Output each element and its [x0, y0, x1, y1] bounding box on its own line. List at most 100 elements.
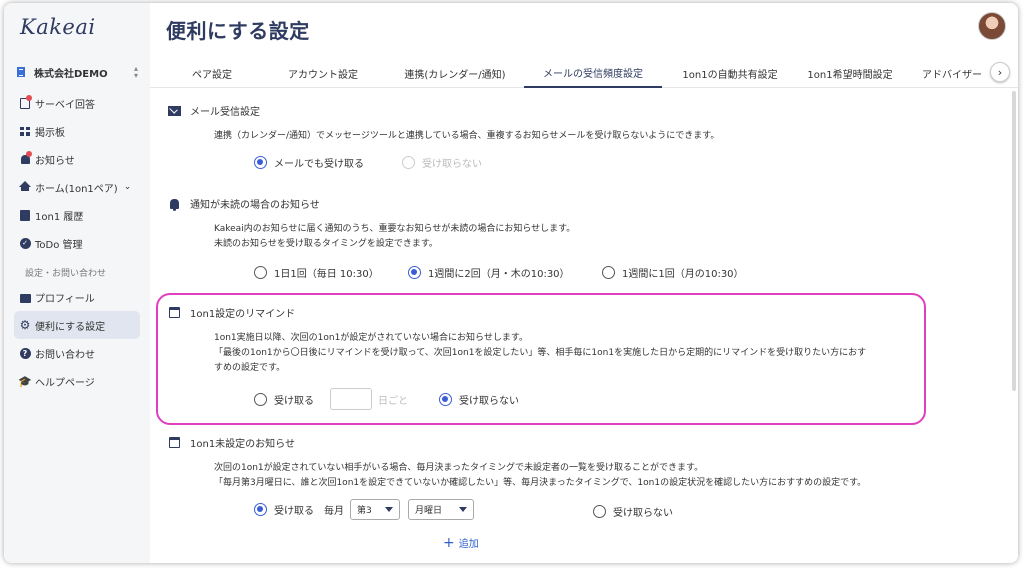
section-title: 1on1未設定のお知らせ [190, 439, 295, 450]
days-unit-label: 日ごと [378, 395, 408, 407]
calendar-icon [168, 437, 181, 448]
sidebar-item-contact[interactable]: ? お問い合わせ [14, 339, 140, 367]
bell-icon [168, 198, 181, 211]
tab-account[interactable]: アカウント設定 [268, 58, 378, 88]
page-title: 便利にする設定 [166, 19, 310, 43]
sidebar-item-todo[interactable]: ✓ ToDo 管理 [14, 229, 140, 257]
sidebar-item-settings[interactable]: ⚙ 便利にする設定 [14, 311, 140, 339]
description-line: 未読のお知らせを受け取るタイミングを設定できます。 [214, 239, 438, 249]
sidebar-item-label: お問い合わせ [35, 349, 95, 361]
section-mail-header: メール受信設定 [168, 103, 260, 118]
radio-unread-twice-weekly[interactable]: 1週間に2回（月・木の10:30） [408, 265, 570, 280]
sidebar-item-help[interactable]: 🎓 ヘルプページ [14, 367, 140, 395]
app-logo: Kakeai [20, 15, 96, 39]
radio-button[interactable] [254, 392, 267, 406]
monthly-label: 毎月 [324, 506, 344, 517]
sidebar-item-label: サーベイ回答 [35, 99, 95, 111]
board-icon [19, 125, 31, 137]
sidebar-item-label: ホーム(1on1ペア) [35, 183, 118, 195]
radio-unset-receive[interactable]: 受け取る 毎月 第3 月曜日 [254, 499, 482, 520]
tab-advisor[interactable]: アドバイザー [922, 58, 988, 88]
radio-button[interactable] [602, 266, 615, 279]
weekday-select-value: 月曜日 [415, 506, 443, 516]
sidebar-item-profile[interactable]: プロフィール [14, 283, 140, 311]
weekday-select[interactable]: 月曜日 [408, 499, 474, 520]
radio-button[interactable] [254, 503, 267, 516]
section-description: 次回の1on1が設定されていない相手がいる場合、毎月決まったタイミングで未設定者… [214, 461, 866, 491]
radio-button[interactable] [593, 505, 606, 518]
check-circle-icon: ✓ [19, 237, 31, 249]
tab-bar: ペア設定 アカウント設定 連携(カレンダー/通知) メールの受信頻度設定 1on… [150, 58, 1018, 88]
week-select-value: 第3 [357, 506, 372, 516]
scrollbar[interactable] [1012, 91, 1016, 391]
plus-icon: + [443, 534, 455, 551]
tab-integration[interactable]: 連携(カレンダー/通知) [390, 58, 520, 88]
document-icon [19, 209, 31, 221]
remind-days-input[interactable] [330, 388, 372, 410]
add-link[interactable]: + 追加 [443, 534, 479, 551]
radio-mail-receive[interactable]: メールでも受け取る [254, 155, 364, 170]
clipboard-icon [19, 95, 32, 109]
sidebar-item-label: ToDo 管理 [35, 239, 83, 251]
profile-icon [19, 291, 31, 303]
gear-icon: ⚙ [19, 318, 31, 332]
tab-mail-frequency[interactable]: メールの受信頻度設定 [524, 58, 662, 88]
section-description: 連携（カレンダー/通知）でメッセージツールと連携している場合、重複するお知らせメ… [214, 131, 720, 141]
week-select[interactable]: 第3 [350, 499, 400, 520]
radio-button[interactable] [402, 156, 415, 169]
radio-mail-not-receive[interactable]: 受け取らない [402, 155, 482, 170]
sidebar-item-label: 1on1 履歴 [35, 211, 84, 223]
radio-button[interactable] [408, 266, 421, 279]
sidebar-nav: サーベイ回答 掲示板 お知らせ ホーム(1on1ペア) ⌄ 1on1 履歴 ✓ [14, 89, 140, 395]
radio-label: 受け取る [274, 506, 314, 517]
tab-auto-share[interactable]: 1on1の自動共有設定 [670, 58, 790, 88]
radio-unset-not-receive[interactable]: 受け取らない [593, 504, 673, 519]
sidebar-item-notifications[interactable]: お知らせ [14, 145, 140, 173]
org-name: 株式会社DEMO [34, 68, 108, 80]
radio-remind-not-receive[interactable]: 受け取らない [439, 392, 519, 407]
section-unread-header: 通知が未読の場合のお知らせ [168, 196, 320, 211]
notification-dot [26, 151, 32, 157]
sidebar-item-history[interactable]: 1on1 履歴 [14, 201, 140, 229]
radio-label: 受け取らない [459, 396, 519, 407]
sidebar-item-label: お知らせ [35, 155, 75, 167]
radio-button[interactable] [439, 393, 452, 406]
description-line: 次回の1on1が設定されていない相手がいる場合、毎月決まったタイミングで未設定者… [214, 463, 704, 473]
radio-label: 受け取らない [422, 159, 482, 170]
updown-icon: ▴ ▾ [133, 64, 138, 80]
org-switcher[interactable]: 株式会社DEMO ▴ ▾ [16, 63, 138, 81]
radio-label: 1日1回（毎日 10:30） [274, 269, 379, 280]
sidebar: Kakeai 株式会社DEMO ▴ ▾ サーベイ回答 掲示板 お知らせ ホーム(1… [4, 3, 150, 563]
section-title: 通知が未読の場合のお知らせ [190, 200, 320, 211]
sidebar-item-label: プロフィール [35, 293, 95, 305]
description-line: 「最後の1on1から〇日後にリマインドを受け取って、次回1on1を設定したい」等… [214, 348, 867, 358]
tab-pair[interactable]: ペア設定 [166, 58, 258, 88]
section-remind-header: 1on1設定のリマインド [168, 305, 295, 320]
sidebar-item-label: 便利にする設定 [35, 321, 106, 333]
calendar-icon [168, 307, 181, 318]
chevron-right-icon: › [997, 65, 1003, 79]
section-title: メール受信設定 [190, 107, 260, 118]
radio-unread-daily[interactable]: 1日1回（毎日 10:30） [254, 265, 379, 280]
main-content: 便利にする設定 ペア設定 アカウント設定 連携(カレンダー/通知) メールの受信… [150, 3, 1018, 563]
graduation-cap-icon: 🎓 [18, 374, 32, 388]
avatar[interactable] [978, 12, 1006, 40]
radio-label: 1週間に2回（月・木の10:30） [428, 269, 570, 280]
tab-scroll-next-button[interactable]: › [990, 62, 1010, 82]
description-line: 1on1実施日以降、次回の1on1が設定がされていない場合にお知らせします。 [214, 333, 528, 343]
section-unset-header: 1on1未設定のお知らせ [168, 435, 295, 450]
description-line: 「毎月第3月曜日に、誰と次回1on1を設定できていないか確認したい」等、毎月決ま… [214, 478, 867, 488]
home-icon [19, 181, 31, 193]
caret-down-icon [385, 507, 393, 512]
radio-unread-weekly[interactable]: 1週間に1回（月の10:30） [602, 265, 744, 280]
radio-button[interactable] [254, 266, 267, 279]
add-link-label: 追加 [458, 539, 479, 550]
radio-button[interactable] [254, 156, 267, 169]
sidebar-item-label: ヘルプページ [35, 377, 95, 389]
notification-dot [26, 95, 32, 101]
sidebar-item-survey[interactable]: サーベイ回答 [14, 89, 140, 117]
sidebar-item-home[interactable]: ホーム(1on1ペア) ⌄ [14, 173, 140, 201]
tab-preferred-time[interactable]: 1on1希望時間設定 [798, 58, 902, 88]
sidebar-item-board[interactable]: 掲示板 [14, 117, 140, 145]
radio-remind-receive[interactable]: 受け取る 日ごと [254, 388, 408, 410]
